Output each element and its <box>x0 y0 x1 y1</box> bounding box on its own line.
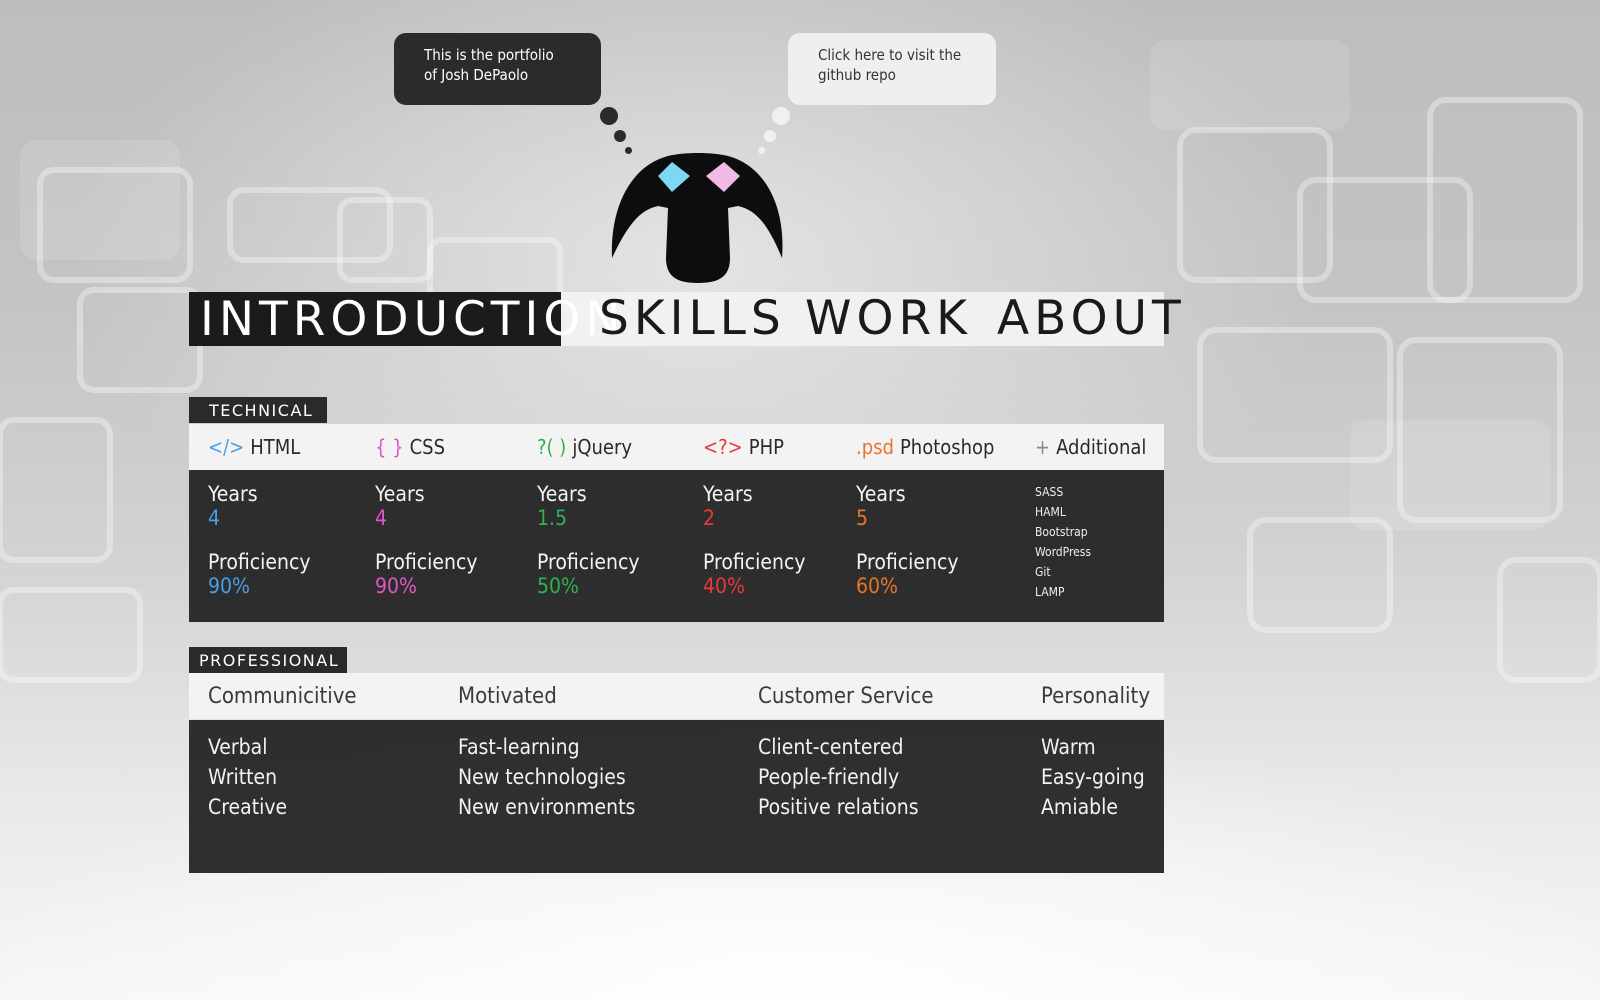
years-value: 4 <box>375 506 388 530</box>
skill-stats-photoshop: Years 5 Proficiency 60% <box>856 482 959 598</box>
professional-list-customer-service: Client-centered People-friendly Positive… <box>758 732 919 822</box>
list-item: People-friendly <box>758 765 900 789</box>
proficiency-label: Proficiency <box>856 550 959 574</box>
years-label: Years <box>208 482 258 506</box>
list-item: Amiable <box>1041 795 1119 819</box>
professional-body: Verbal Written Creative Fast-learning Ne… <box>189 720 1164 873</box>
professional-list-motivated: Fast-learning New technologies New envir… <box>458 732 635 822</box>
github-link-bubble[interactable]: Click here to visit the github repo <box>788 33 996 105</box>
list-item: Creative <box>208 795 288 819</box>
list-item: Verbal <box>208 735 268 759</box>
professional-list-personality: Warm Easy-going Amiable <box>1041 732 1145 822</box>
skill-header-jquery: ?( ) jQuery <box>537 435 632 459</box>
list-item: Positive relations <box>758 795 919 819</box>
github-bubble-dot <box>772 107 790 125</box>
skill-name: Additional <box>1056 435 1147 459</box>
list-item: Bootstrap <box>1035 525 1088 539</box>
list-item: Fast-learning <box>458 735 580 759</box>
proficiency-label: Proficiency <box>537 550 640 574</box>
main-nav: INTRODUCTION SKILLS WORK ABOUT <box>189 292 1181 347</box>
professional-section-label: PROFESSIONAL <box>189 647 347 673</box>
years-value: 1.5 <box>537 506 568 530</box>
additional-skills-list: SASS HAML Bootstrap WordPress Git LAMP <box>1035 482 1091 602</box>
proficiency-label: Proficiency <box>208 550 311 574</box>
skill-stats-html: Years 4 Proficiency 90% <box>208 482 311 598</box>
list-item: LAMP <box>1035 585 1065 599</box>
skill-name: CSS <box>409 435 446 459</box>
column-title: Communicitive <box>208 684 357 709</box>
skill-header-html: </> HTML <box>208 435 300 459</box>
proficiency-value: 40% <box>703 574 745 598</box>
intro-bubble: This is the portfolio of Josh DePaolo <box>394 33 601 105</box>
proficiency-value: 50% <box>537 574 579 598</box>
years-value: 2 <box>703 506 716 530</box>
skill-header-php: <?> PHP <box>703 435 784 459</box>
column-title: Personality <box>1041 684 1151 709</box>
css-symbol-icon: { } <box>375 435 404 459</box>
technical-header-row: </> HTML { } CSS ?( ) jQuery <?> PHP .psd Pho… <box>189 424 1164 470</box>
years-label: Years <box>537 482 587 506</box>
column-title: Customer Service <box>758 684 934 709</box>
skill-header-css: { } CSS <box>375 435 445 459</box>
professional-header-row: Communicitive Motivated Customer Service… <box>189 673 1164 719</box>
skill-header-photoshop: .psd Photoshop <box>856 435 994 459</box>
list-item: Easy-going <box>1041 765 1145 789</box>
years-label: Years <box>856 482 906 506</box>
list-item: HAML <box>1035 505 1066 519</box>
github-bubble-text: Click here to visit the github repo <box>818 46 962 84</box>
list-item: Written <box>208 765 278 789</box>
tab-skills[interactable]: SKILLS <box>599 292 781 346</box>
github-bubble-dot <box>764 130 776 142</box>
years-value: 5 <box>856 506 869 530</box>
jquery-symbol-icon: ?( ) <box>537 435 567 459</box>
robot-logo-icon <box>611 153 783 283</box>
skill-name: PHP <box>748 435 784 459</box>
intro-bubble-dot <box>614 130 626 142</box>
skill-stats-css: Years 4 Proficiency 90% <box>375 482 478 598</box>
tab-about[interactable]: ABOUT <box>997 292 1186 346</box>
intro-bubble-dot <box>600 107 618 125</box>
proficiency-value: 60% <box>856 574 898 598</box>
skill-stats-jquery: Years 1.5 Proficiency 50% <box>537 482 640 598</box>
years-value: 4 <box>208 506 221 530</box>
tab-introduction[interactable]: INTRODUCTION <box>189 292 621 347</box>
proficiency-label: Proficiency <box>703 550 806 574</box>
php-symbol-icon: <?> <box>703 435 743 459</box>
list-item: Client-centered <box>758 735 904 759</box>
intro-bubble-text: This is the portfolio of Josh DePaolo <box>424 46 554 84</box>
list-item: Git <box>1035 565 1051 579</box>
tab-work[interactable]: WORK <box>805 292 967 346</box>
technical-section-label: TECHNICAL <box>189 397 327 423</box>
column-title: Motivated <box>458 684 557 709</box>
plus-icon: + <box>1035 435 1051 459</box>
skill-name: jQuery <box>572 435 632 459</box>
skill-name: Photoshop <box>899 435 995 459</box>
technical-body: Years 4 Proficiency 90% Years 4 Proficie… <box>189 470 1164 622</box>
skill-stats-php: Years 2 Proficiency 40% <box>703 482 806 598</box>
html-symbol-icon: </> <box>208 435 245 459</box>
list-item: SASS <box>1035 485 1064 499</box>
skill-header-additional: + Additional <box>1035 435 1146 459</box>
years-label: Years <box>375 482 425 506</box>
proficiency-label: Proficiency <box>375 550 478 574</box>
photoshop-symbol-icon: .psd <box>856 435 894 459</box>
skill-name: HTML <box>250 435 301 459</box>
list-item: New environments <box>458 795 636 819</box>
proficiency-value: 90% <box>375 574 417 598</box>
proficiency-value: 90% <box>208 574 250 598</box>
list-item: WordPress <box>1035 545 1092 559</box>
list-item: New technologies <box>458 765 626 789</box>
list-item: Warm <box>1041 735 1096 759</box>
years-label: Years <box>703 482 753 506</box>
professional-list-communicative: Verbal Written Creative <box>208 732 287 822</box>
